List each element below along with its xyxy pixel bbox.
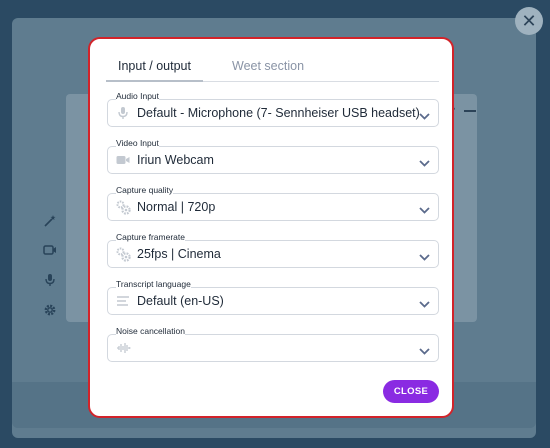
- tab-weet-section[interactable]: Weet section: [220, 53, 316, 80]
- tab-bar: Input / output Weet section: [106, 53, 439, 82]
- capture-framerate-value: 25fps | Cinema: [137, 247, 221, 261]
- chevron-down-icon: [419, 155, 430, 167]
- video-input-select[interactable]: Iriun Webcam: [107, 146, 439, 174]
- chevron-down-icon: [419, 296, 430, 308]
- audio-input-select[interactable]: Default - Microphone (7- Sennheiser USB …: [107, 99, 439, 127]
- noise-cancellation-select[interactable]: [107, 334, 439, 362]
- magic-wand-icon: [42, 214, 58, 230]
- chevron-down-icon: [419, 249, 430, 261]
- capture-quality-select[interactable]: Normal | 720p: [107, 193, 439, 221]
- close-icon: ✕: [521, 11, 537, 31]
- close-button[interactable]: CLOSE: [383, 380, 439, 403]
- capture-quality-value: Normal | 720p: [137, 200, 216, 214]
- microphone-icon: [42, 273, 58, 289]
- tab-input-output[interactable]: Input / output: [106, 53, 203, 82]
- transcript-language-value: Default (en-US): [137, 294, 224, 308]
- chevron-down-icon: [419, 343, 430, 355]
- camera-icon: [42, 244, 58, 260]
- audio-input-value: Default - Microphone (7- Sennheiser USB …: [137, 106, 420, 120]
- minimize-icon: [464, 110, 476, 112]
- settings-modal: Input / output Weet section Default - Mi…: [88, 37, 454, 418]
- chevron-down-icon: [419, 202, 430, 214]
- transcript-language-select[interactable]: Default (en-US): [107, 287, 439, 315]
- transcript-language-label: Transcript language: [116, 279, 191, 289]
- capture-quality-label: Capture quality: [116, 185, 174, 195]
- gears-icon: [116, 247, 131, 262]
- gears-icon: [116, 200, 131, 215]
- microphone-icon: [116, 106, 130, 120]
- capture-framerate-label: Capture framerate: [116, 232, 185, 242]
- waveform-icon: [116, 341, 131, 355]
- chevron-down-icon: [419, 108, 430, 120]
- close-overlay-button[interactable]: ✕: [515, 7, 543, 35]
- capture-framerate-select[interactable]: 25fps | Cinema: [107, 240, 439, 268]
- camera-icon: [116, 153, 130, 167]
- gear-icon: [42, 303, 58, 319]
- video-input-label: Video Input: [116, 138, 159, 148]
- audio-input-label: Audio Input: [116, 91, 160, 101]
- noise-cancellation-label: Noise cancellation: [116, 326, 185, 336]
- video-input-value: Iriun Webcam: [137, 153, 214, 167]
- lines-icon: [116, 294, 130, 308]
